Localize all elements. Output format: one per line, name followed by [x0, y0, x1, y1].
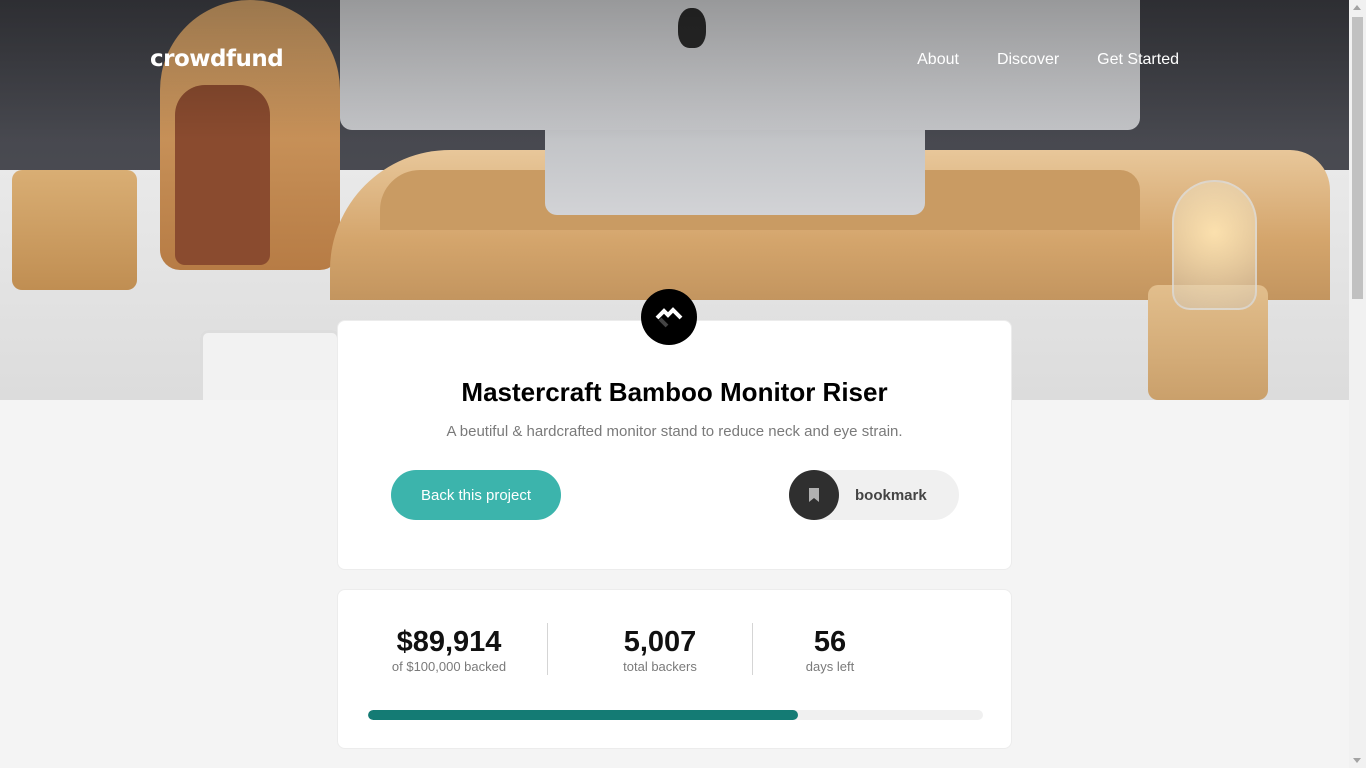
- progress-bar: [368, 710, 983, 720]
- back-project-button[interactable]: Back this project: [391, 470, 561, 520]
- stat-days: 56 days left: [800, 626, 860, 674]
- scroll-down-icon[interactable]: [1353, 758, 1361, 763]
- project-card: Mastercraft Bamboo Monitor Riser A beuti…: [337, 320, 1012, 570]
- stat-divider: [752, 623, 753, 675]
- nav-link-get-started[interactable]: Get Started: [1097, 51, 1179, 69]
- mastercraft-logo-glyph: [655, 307, 683, 328]
- mastercraft-logo-icon: [641, 289, 697, 345]
- bookmark-icon: [789, 470, 839, 520]
- scroll-up-icon[interactable]: [1353, 5, 1361, 10]
- stat-divider: [547, 623, 548, 675]
- project-title: Mastercraft Bamboo Monitor Riser: [461, 377, 888, 407]
- stat-days-count: 56: [813, 626, 847, 658]
- project-description: A beutiful & hardcrafted monitor stand t…: [446, 423, 903, 440]
- scrollbar-thumb[interactable]: [1352, 17, 1363, 299]
- bookmark-label: bookmark: [855, 486, 927, 504]
- brand-logo[interactable]: crowdfund: [150, 46, 284, 72]
- stat-backers: 5,007 total backers: [600, 626, 720, 674]
- nav-link-about[interactable]: About: [917, 51, 959, 69]
- stat-backed: $89,914 of $100,000 backed: [391, 626, 507, 674]
- main-nav: About Discover Get Started: [917, 51, 1179, 69]
- stat-backed-label: of $100,000 backed: [391, 659, 507, 674]
- progress-bar-fill: [368, 710, 798, 720]
- page-scrollbar[interactable]: [1349, 0, 1366, 768]
- nav-link-discover[interactable]: Discover: [997, 51, 1059, 69]
- bookmark-glyph: [809, 488, 819, 502]
- bookmark-button[interactable]: bookmark: [789, 470, 959, 520]
- stat-days-label: days left: [805, 659, 855, 674]
- stat-backers-count: 5,007: [623, 626, 697, 658]
- stat-backed-amount: $89,914: [396, 626, 502, 658]
- stat-backers-label: total backers: [623, 659, 697, 674]
- stats-card: $89,914 of $100,000 backed 5,007 total b…: [337, 589, 1012, 749]
